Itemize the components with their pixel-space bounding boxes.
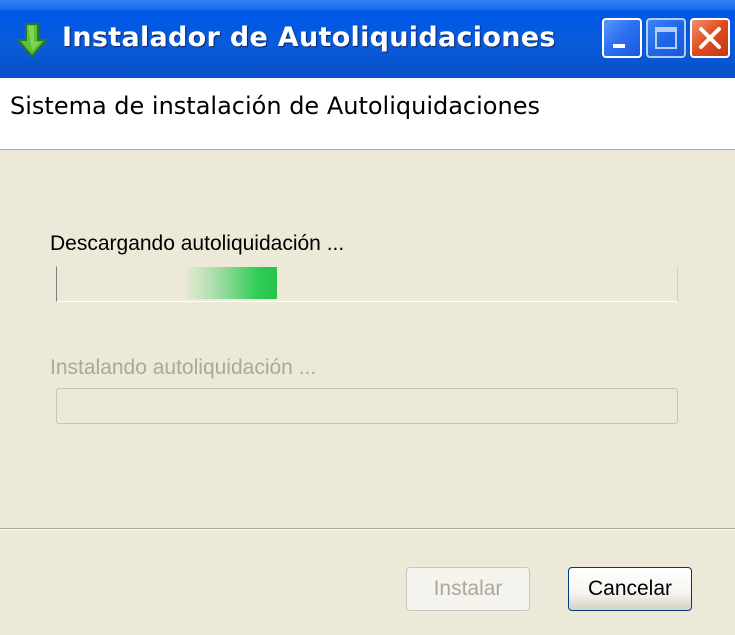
page-title: Sistema de instalación de Autoliquidacio… xyxy=(10,92,540,120)
install-button[interactable]: Instalar xyxy=(406,567,530,611)
install-step-label: Instalando autoliquidación ... xyxy=(50,356,317,379)
minimize-button[interactable] xyxy=(602,18,642,58)
close-icon xyxy=(699,27,721,49)
maximize-button[interactable] xyxy=(646,18,686,58)
download-progress-fill xyxy=(183,267,277,299)
maximize-icon xyxy=(655,27,677,49)
installer-window: Instalador de Autoliquidaciones Sistema … xyxy=(0,0,735,635)
header-panel: Sistema de instalación de Autoliquidacio… xyxy=(0,78,735,150)
green-down-arrow-icon xyxy=(12,20,52,60)
window-title: Instalador de Autoliquidaciones xyxy=(62,22,556,53)
close-button[interactable] xyxy=(690,18,730,58)
install-progress-bar xyxy=(56,388,678,424)
title-bar[interactable]: Instalador de Autoliquidaciones xyxy=(0,0,735,78)
download-progress-bar xyxy=(56,266,678,302)
cancel-button[interactable]: Cancelar xyxy=(568,567,692,611)
download-step-label: Descargando autoliquidación ... xyxy=(50,232,345,255)
minimize-icon xyxy=(613,44,625,48)
footer-divider xyxy=(0,528,735,530)
